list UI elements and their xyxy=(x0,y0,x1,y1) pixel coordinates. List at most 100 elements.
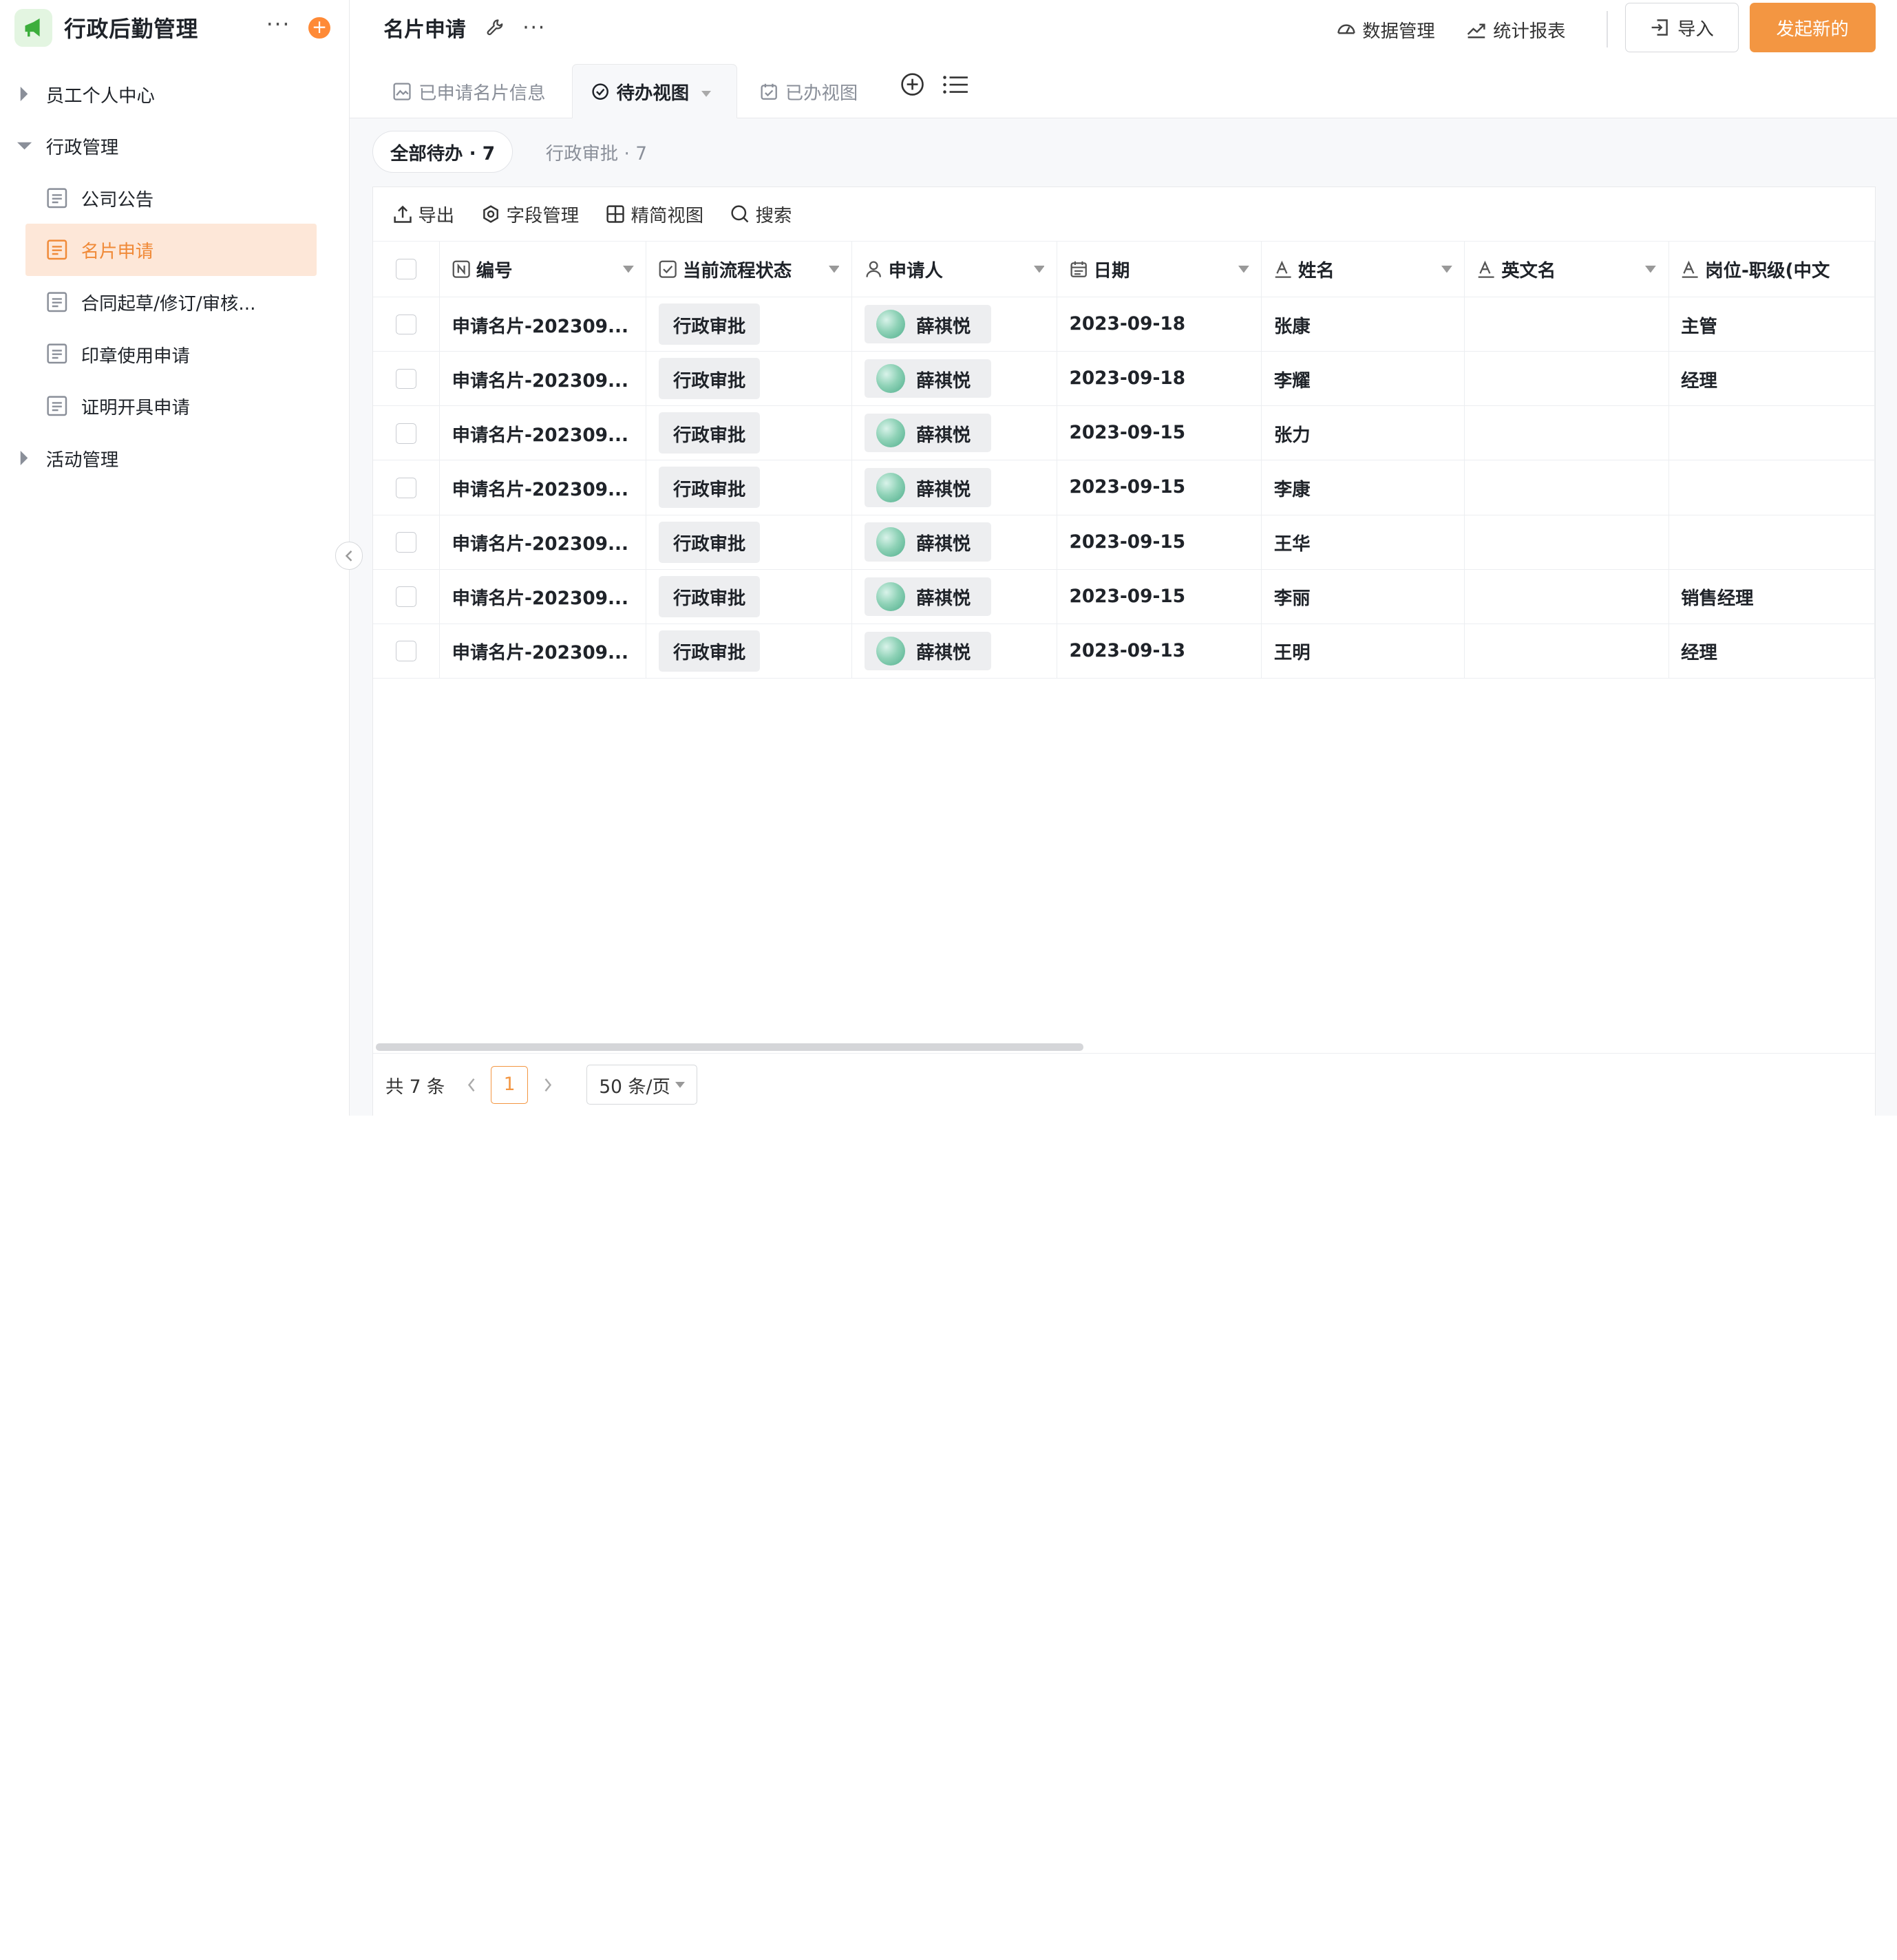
add-view-icon[interactable] xyxy=(900,72,924,96)
tab-applied-cards[interactable]: 已申请名片信息 xyxy=(374,64,564,118)
table-row[interactable]: 申请名片-202309... 行政审批 薛祺悦 2023-09-15 王华 xyxy=(373,515,1875,570)
cell-position[interactable] xyxy=(1668,460,1875,515)
page-more-icon[interactable]: ··· xyxy=(522,16,546,40)
cell-applicant[interactable]: 薛祺悦 xyxy=(851,405,1057,461)
tab-done-view[interactable]: 已办视图 xyxy=(742,64,876,118)
table-row[interactable]: 申请名片-202309... 行政审批 薛祺悦 2023-09-15 李康 xyxy=(373,460,1875,515)
cell-name[interactable]: 张力 xyxy=(1261,405,1465,461)
column-header-date[interactable]: 日期 xyxy=(1057,241,1262,298)
wrench-icon[interactable] xyxy=(485,17,506,38)
cell-id[interactable]: 申请名片-202309... xyxy=(439,460,647,515)
column-header-name[interactable]: 姓名 xyxy=(1261,241,1465,298)
tab-pending-view[interactable]: 待办视图 xyxy=(572,64,737,119)
cell-position[interactable] xyxy=(1668,405,1875,461)
cell-english-name[interactable] xyxy=(1464,351,1669,407)
cell-date[interactable]: 2023-09-15 xyxy=(1057,460,1262,515)
cell-status[interactable]: 行政审批 xyxy=(646,569,853,624)
cell-id[interactable]: 申请名片-202309... xyxy=(439,515,647,570)
cell-english-name[interactable] xyxy=(1464,460,1669,515)
cell-date[interactable]: 2023-09-13 xyxy=(1057,624,1262,679)
cell-applicant[interactable]: 薛祺悦 xyxy=(851,297,1057,352)
horizontal-scrollbar[interactable] xyxy=(375,1043,1084,1051)
cell-english-name[interactable] xyxy=(1464,624,1669,679)
cell-name[interactable]: 张康 xyxy=(1261,297,1465,352)
statistics-report-link[interactable]: 统计报表 xyxy=(1466,16,1566,43)
search-button[interactable]: 搜索 xyxy=(730,200,792,227)
cell-position[interactable]: 销售经理 xyxy=(1668,569,1875,624)
row-checkbox[interactable] xyxy=(396,641,417,661)
cell-date[interactable]: 2023-09-18 xyxy=(1057,351,1262,407)
import-button[interactable]: 导入 xyxy=(1624,2,1739,52)
row-checkbox[interactable] xyxy=(396,368,417,390)
table-row[interactable]: 申请名片-202309... 行政审批 薛祺悦 2023-09-15 张力 xyxy=(373,405,1875,461)
cell-name[interactable]: 李康 xyxy=(1261,460,1465,515)
caret-down-icon[interactable] xyxy=(1238,265,1249,273)
table-row[interactable]: 申请名片-202309... 行政审批 薛祺悦 2023-09-18 张康 主管 xyxy=(373,297,1875,352)
chevron-down-icon[interactable] xyxy=(701,81,719,102)
cell-id[interactable]: 申请名片-202309... xyxy=(439,569,647,624)
sidebar-item-announcement[interactable]: 公司公告 xyxy=(25,172,317,224)
chip-admin-approval[interactable]: 行政审批 · 7 xyxy=(529,131,664,173)
cell-id[interactable]: 申请名片-202309... xyxy=(439,624,647,679)
cell-id[interactable]: 申请名片-202309... xyxy=(439,405,647,461)
page-size-select[interactable]: 50 条/页 xyxy=(586,1065,698,1105)
cell-date[interactable]: 2023-09-15 xyxy=(1057,515,1262,570)
cell-position[interactable]: 经理 xyxy=(1668,624,1875,679)
cell-name[interactable]: 王明 xyxy=(1261,624,1465,679)
sidebar-item-certificate[interactable]: 证明开具申请 xyxy=(25,380,317,432)
view-list-icon[interactable] xyxy=(942,75,968,94)
cell-id[interactable]: 申请名片-202309... xyxy=(439,297,647,352)
cell-status[interactable]: 行政审批 xyxy=(646,405,853,461)
row-checkbox[interactable] xyxy=(396,531,417,553)
cell-name[interactable]: 王华 xyxy=(1261,515,1465,570)
cell-status[interactable]: 行政审批 xyxy=(646,351,853,407)
app-more-icon[interactable]: ··· xyxy=(266,12,290,37)
cell-position[interactable]: 主管 xyxy=(1668,297,1875,352)
row-checkbox[interactable] xyxy=(396,586,417,607)
table-row[interactable]: 申请名片-202309... 行政审批 薛祺悦 2023-09-15 李丽 销售… xyxy=(373,569,1875,624)
row-checkbox[interactable] xyxy=(396,423,417,444)
cell-name[interactable]: 李耀 xyxy=(1261,351,1465,407)
caret-down-icon[interactable] xyxy=(828,265,840,273)
chip-all-pending[interactable]: 全部待办 · 7 xyxy=(372,130,513,173)
compact-view-button[interactable]: 精简视图 xyxy=(606,200,703,227)
cell-name[interactable]: 李丽 xyxy=(1261,569,1465,624)
cell-position[interactable]: 经理 xyxy=(1668,351,1875,407)
select-all-checkbox[interactable] xyxy=(396,259,417,280)
caret-down-icon[interactable] xyxy=(1033,265,1045,273)
cell-status[interactable]: 行政审批 xyxy=(646,460,853,515)
sidebar-group-events[interactable]: 活动管理 xyxy=(0,432,349,484)
cell-applicant[interactable]: 薛祺悦 xyxy=(851,569,1057,624)
cell-english-name[interactable] xyxy=(1464,405,1669,461)
cell-status[interactable]: 行政审批 xyxy=(646,297,853,352)
table-row[interactable]: 申请名片-202309... 行政审批 薛祺悦 2023-09-18 李耀 经理 xyxy=(373,351,1875,407)
field-management-button[interactable]: 字段管理 xyxy=(481,200,579,227)
caret-down-icon[interactable] xyxy=(1441,265,1452,273)
cell-english-name[interactable] xyxy=(1464,569,1669,624)
cell-position[interactable] xyxy=(1668,515,1875,570)
sidebar-item-seal[interactable]: 印章使用申请 xyxy=(25,328,317,380)
page-number-current[interactable]: 1 xyxy=(490,1066,529,1104)
row-checkbox[interactable] xyxy=(396,314,417,335)
cell-status[interactable]: 行政审批 xyxy=(646,515,853,570)
cell-applicant[interactable]: 薛祺悦 xyxy=(851,624,1057,679)
column-header-applicant[interactable]: 申请人 xyxy=(851,241,1057,298)
collapse-sidebar-button[interactable] xyxy=(335,542,363,570)
cell-applicant[interactable]: 薛祺悦 xyxy=(851,515,1057,570)
new-request-button[interactable]: 发起新的 xyxy=(1749,2,1876,52)
cell-date[interactable]: 2023-09-15 xyxy=(1057,569,1262,624)
sidebar-item-business-card[interactable]: 名片申请 xyxy=(25,224,317,276)
column-header-id[interactable]: 编号 xyxy=(439,241,647,298)
cell-date[interactable]: 2023-09-18 xyxy=(1057,297,1262,352)
sidebar-group-employee-center[interactable]: 员工个人中心 xyxy=(0,67,349,120)
cell-status[interactable]: 行政审批 xyxy=(646,624,853,679)
column-header-position[interactable]: 岗位-职级(中文 xyxy=(1668,241,1875,298)
caret-down-icon[interactable] xyxy=(622,265,634,273)
cell-date[interactable]: 2023-09-15 xyxy=(1057,405,1262,461)
sidebar-item-contract[interactable]: 合同起草/修订/审核... xyxy=(25,276,317,328)
cell-applicant[interactable]: 薛祺悦 xyxy=(851,351,1057,407)
caret-down-icon[interactable] xyxy=(1645,265,1656,273)
column-header-english-name[interactable]: 英文名 xyxy=(1464,241,1669,298)
add-app-item-button[interactable]: + xyxy=(308,17,330,39)
sidebar-group-admin[interactable]: 行政管理 xyxy=(0,120,349,172)
